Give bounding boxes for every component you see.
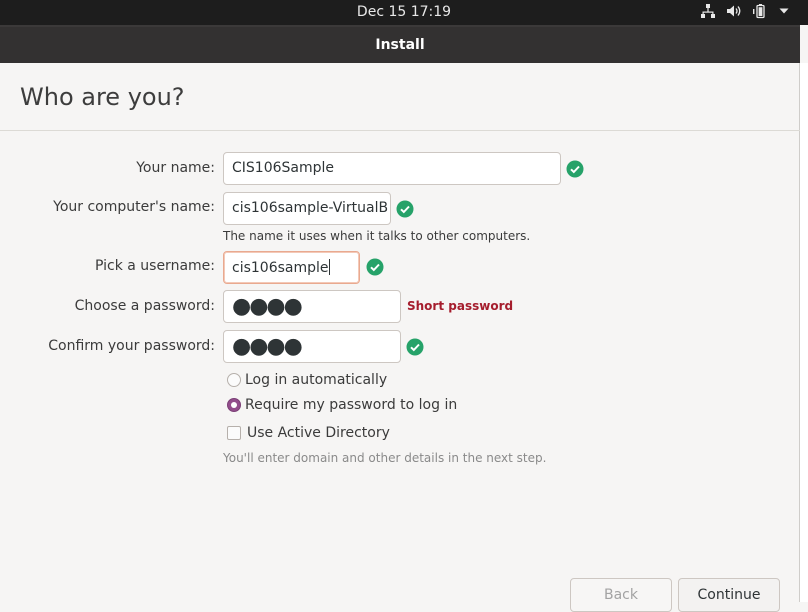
login-automatically-label: Log in automatically <box>245 372 388 388</box>
clock[interactable]: Dec 15 17:19 <box>0 4 808 20</box>
window-titlebar[interactable]: Install <box>0 25 800 63</box>
system-menu-chevron-icon[interactable] <box>778 5 790 17</box>
text-caret <box>328 259 330 275</box>
network-icon[interactable] <box>700 3 716 19</box>
window-edge <box>800 63 808 602</box>
page-title: Who are you? <box>20 83 185 111</box>
username-label: Pick a username: <box>94 258 215 274</box>
active-directory-checkbox[interactable] <box>227 426 241 440</box>
password-label: Choose a password: <box>74 298 215 314</box>
name-valid-check-icon <box>566 160 584 178</box>
active-directory-hint: You'll enter domain and other details in… <box>223 451 547 465</box>
username-input[interactable]: cis106sample <box>223 251 360 284</box>
name-input[interactable]: CIS106Sample <box>223 152 561 185</box>
continue-button[interactable]: Continue <box>678 578 780 612</box>
login-automatically-radio[interactable] <box>227 373 241 387</box>
confirm-password-valid-check-icon <box>406 338 424 356</box>
confirm-password-input[interactable]: ●●●● <box>223 330 401 363</box>
system-tray[interactable] <box>700 3 790 19</box>
password-strength-warning: Short password <box>407 299 514 313</box>
confirm-password-label: Confirm your password: <box>48 338 215 354</box>
login-automatically-option[interactable]: Log in automatically <box>227 372 387 388</box>
active-directory-label: Use Active Directory <box>247 425 390 441</box>
computer-name-hint: The name it uses when it talks to other … <box>223 229 531 243</box>
username-value: cis106sample <box>232 260 329 276</box>
heading-divider <box>0 130 800 131</box>
volume-icon[interactable] <box>726 3 742 19</box>
installer-window: Who are you? Your name: CIS106Sample You… <box>0 63 800 612</box>
require-password-radio[interactable] <box>227 398 241 412</box>
name-label: Your name: <box>136 160 215 176</box>
require-password-option[interactable]: Require my password to log in <box>227 397 457 413</box>
password-input[interactable]: ●●●● <box>223 290 401 323</box>
require-password-label: Require my password to log in <box>245 397 458 413</box>
computer-name-label: Your computer's name: <box>53 199 215 215</box>
top-bar: Dec 15 17:19 <box>0 0 808 25</box>
computer-name-input[interactable]: cis106sample-VirtualB <box>223 192 391 225</box>
username-valid-check-icon <box>366 258 384 276</box>
window-title: Install <box>375 37 425 53</box>
back-button[interactable]: Back <box>570 578 672 612</box>
active-directory-option[interactable]: Use Active Directory <box>227 425 390 441</box>
battery-icon[interactable] <box>752 3 768 19</box>
computer-name-valid-check-icon <box>396 200 414 218</box>
